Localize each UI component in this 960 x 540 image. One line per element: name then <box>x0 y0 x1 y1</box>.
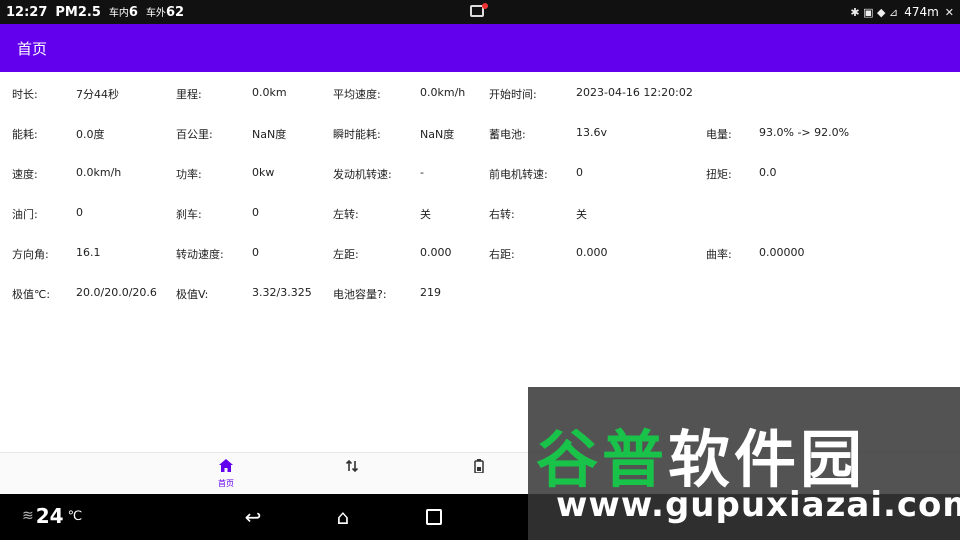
data-row: 时长: 7分44秒 里程: 0.0km 平均速度: 0.0km/h 开始时间: … <box>0 72 960 112</box>
signal-icons: ✱ ▣ ◆ ⊿ <box>850 5 899 19</box>
metric-value: 0.0 <box>759 166 777 179</box>
metric-value: 关 <box>420 208 431 221</box>
network-speed: 474m <box>904 5 939 19</box>
metric-value: 219 <box>420 286 441 299</box>
status-bar: 12:27 PM2.5 车内6 车外62 ✱ ▣ ◆ ⊿ 474m ✕ <box>0 0 960 24</box>
metric-label: 转动速度: <box>176 248 224 261</box>
metric-label: 蓄电池: <box>489 128 526 141</box>
metric-value: - <box>420 166 424 179</box>
metric-label: 右距: <box>489 248 515 261</box>
back-button[interactable]: ↩ <box>240 504 266 530</box>
back-icon: ↩ <box>244 505 262 529</box>
metric-label: 左距: <box>333 248 359 261</box>
outside-value: 62 <box>165 5 185 20</box>
outside-label: 车外 <box>145 8 166 19</box>
metric-value: 0.0km/h <box>420 86 466 99</box>
metric-value: NaN度 <box>252 128 287 141</box>
metric-label: 油门: <box>12 208 38 221</box>
metric-value: 2023-04-16 12:20:02 <box>576 86 693 99</box>
metric-value: 0kw <box>252 166 275 179</box>
watermark-url: www.gupuxiazai.com <box>556 485 960 525</box>
pm25-label: PM2.5 <box>55 4 101 20</box>
metric-value: 0 <box>76 206 83 219</box>
status-right: ✱ ▣ ◆ ⊿ 474m ✕ <box>850 0 954 24</box>
status-left: 12:27 PM2.5 车内6 车外62 <box>0 4 184 21</box>
inside-label: 车内 <box>108 8 129 19</box>
metric-label: 极值V: <box>176 288 209 301</box>
metric-label: 瞬时能耗: <box>333 128 381 141</box>
inside-aq: 车内6 <box>109 4 138 20</box>
app-bar: 首页 <box>0 24 960 72</box>
fan-icon: ≋ <box>22 508 34 524</box>
page-title: 首页 <box>17 39 48 58</box>
nav-home-label: 首页 <box>218 479 234 488</box>
metric-value: 0.00000 <box>759 246 805 259</box>
recents-icon <box>426 509 442 525</box>
metric-label: 电池容量?: <box>333 288 387 301</box>
metric-label: 右转: <box>489 208 515 221</box>
metric-label: 百公里: <box>176 128 213 141</box>
metric-label: 刹车: <box>176 208 202 221</box>
temperature-unit: ℃ <box>67 508 83 524</box>
metric-label: 能耗: <box>12 128 38 141</box>
metric-label: 开始时间: <box>489 88 537 101</box>
metric-value: 13.6v <box>576 126 608 139</box>
temperature-value: 24 <box>35 504 64 528</box>
data-row: 能耗: 0.0度 百公里: NaN度 瞬时能耗: NaN度 蓄电池: 13.6v… <box>0 112 960 152</box>
status-time: 12:27 <box>6 4 48 20</box>
metric-value: 0.0km/h <box>76 166 122 179</box>
inside-value: 6 <box>128 5 138 20</box>
metric-value: 3.32/3.325 <box>252 286 312 299</box>
metric-label: 前电机转速: <box>489 168 548 181</box>
metric-label: 时长: <box>12 88 38 101</box>
outside-aq: 车外62 <box>146 4 184 20</box>
metric-value: 0 <box>252 206 259 219</box>
battery-icon <box>459 459 499 477</box>
metric-value: 0.0度 <box>76 128 105 141</box>
metric-value: 0 <box>252 246 259 259</box>
mute-icon: ✕ <box>944 5 954 19</box>
metric-label: 极值℃: <box>12 288 51 301</box>
metric-value: 0.000 <box>576 246 608 259</box>
metric-label: 扭矩: <box>706 168 732 181</box>
metric-label: 里程: <box>176 88 202 101</box>
metric-value: 7分44秒 <box>76 88 119 101</box>
metric-label: 左转: <box>333 208 359 221</box>
metric-value: 0.0km <box>252 86 287 99</box>
metric-value: 93.0% -> 92.0% <box>759 126 850 139</box>
metric-label: 曲率: <box>706 248 732 261</box>
metric-label: 发动机转速: <box>333 168 392 181</box>
nav-battery[interactable] <box>459 459 499 477</box>
recents-button[interactable] <box>421 504 447 530</box>
metric-value: 16.1 <box>76 246 101 259</box>
notification-icon[interactable] <box>470 3 488 19</box>
home-nav-icon: ⌂ <box>336 505 350 529</box>
metric-label: 功率: <box>176 168 202 181</box>
data-row: 极值℃: 20.0/20.0/20.6 极值V: 3.32/3.325 电池容量… <box>0 272 960 312</box>
nav-swap[interactable] <box>332 459 372 477</box>
metric-value: NaN度 <box>420 128 455 141</box>
watermark-overlay: 谷普软件园 www.gupuxiazai.com <box>528 387 960 540</box>
data-row: 方向角: 16.1 转动速度: 0 左距: 0.000 右距: 0.000 曲率… <box>0 232 960 272</box>
swap-icon <box>332 459 372 477</box>
home-button[interactable]: ⌂ <box>330 504 356 530</box>
metric-value: 关 <box>576 208 587 221</box>
metric-label: 方向角: <box>12 248 49 261</box>
metric-label: 平均速度: <box>333 88 381 101</box>
data-row: 速度: 0.0km/h 功率: 0kw 发动机转速: - 前电机转速: 0 扭矩… <box>0 152 960 192</box>
metric-label: 速度: <box>12 168 38 181</box>
home-icon <box>206 459 246 477</box>
metric-value: 20.0/20.0/20.6 <box>76 286 157 299</box>
metric-value: 0 <box>576 166 583 179</box>
nav-home[interactable]: 首页 <box>206 459 246 489</box>
metric-label: 电量: <box>706 128 732 141</box>
metric-value: 0.000 <box>420 246 452 259</box>
climate-temperature[interactable]: ≋ 24 ℃ <box>22 504 82 528</box>
data-row: 油门: 0 刹车: 0 左转: 关 右转: 关 <box>0 192 960 232</box>
